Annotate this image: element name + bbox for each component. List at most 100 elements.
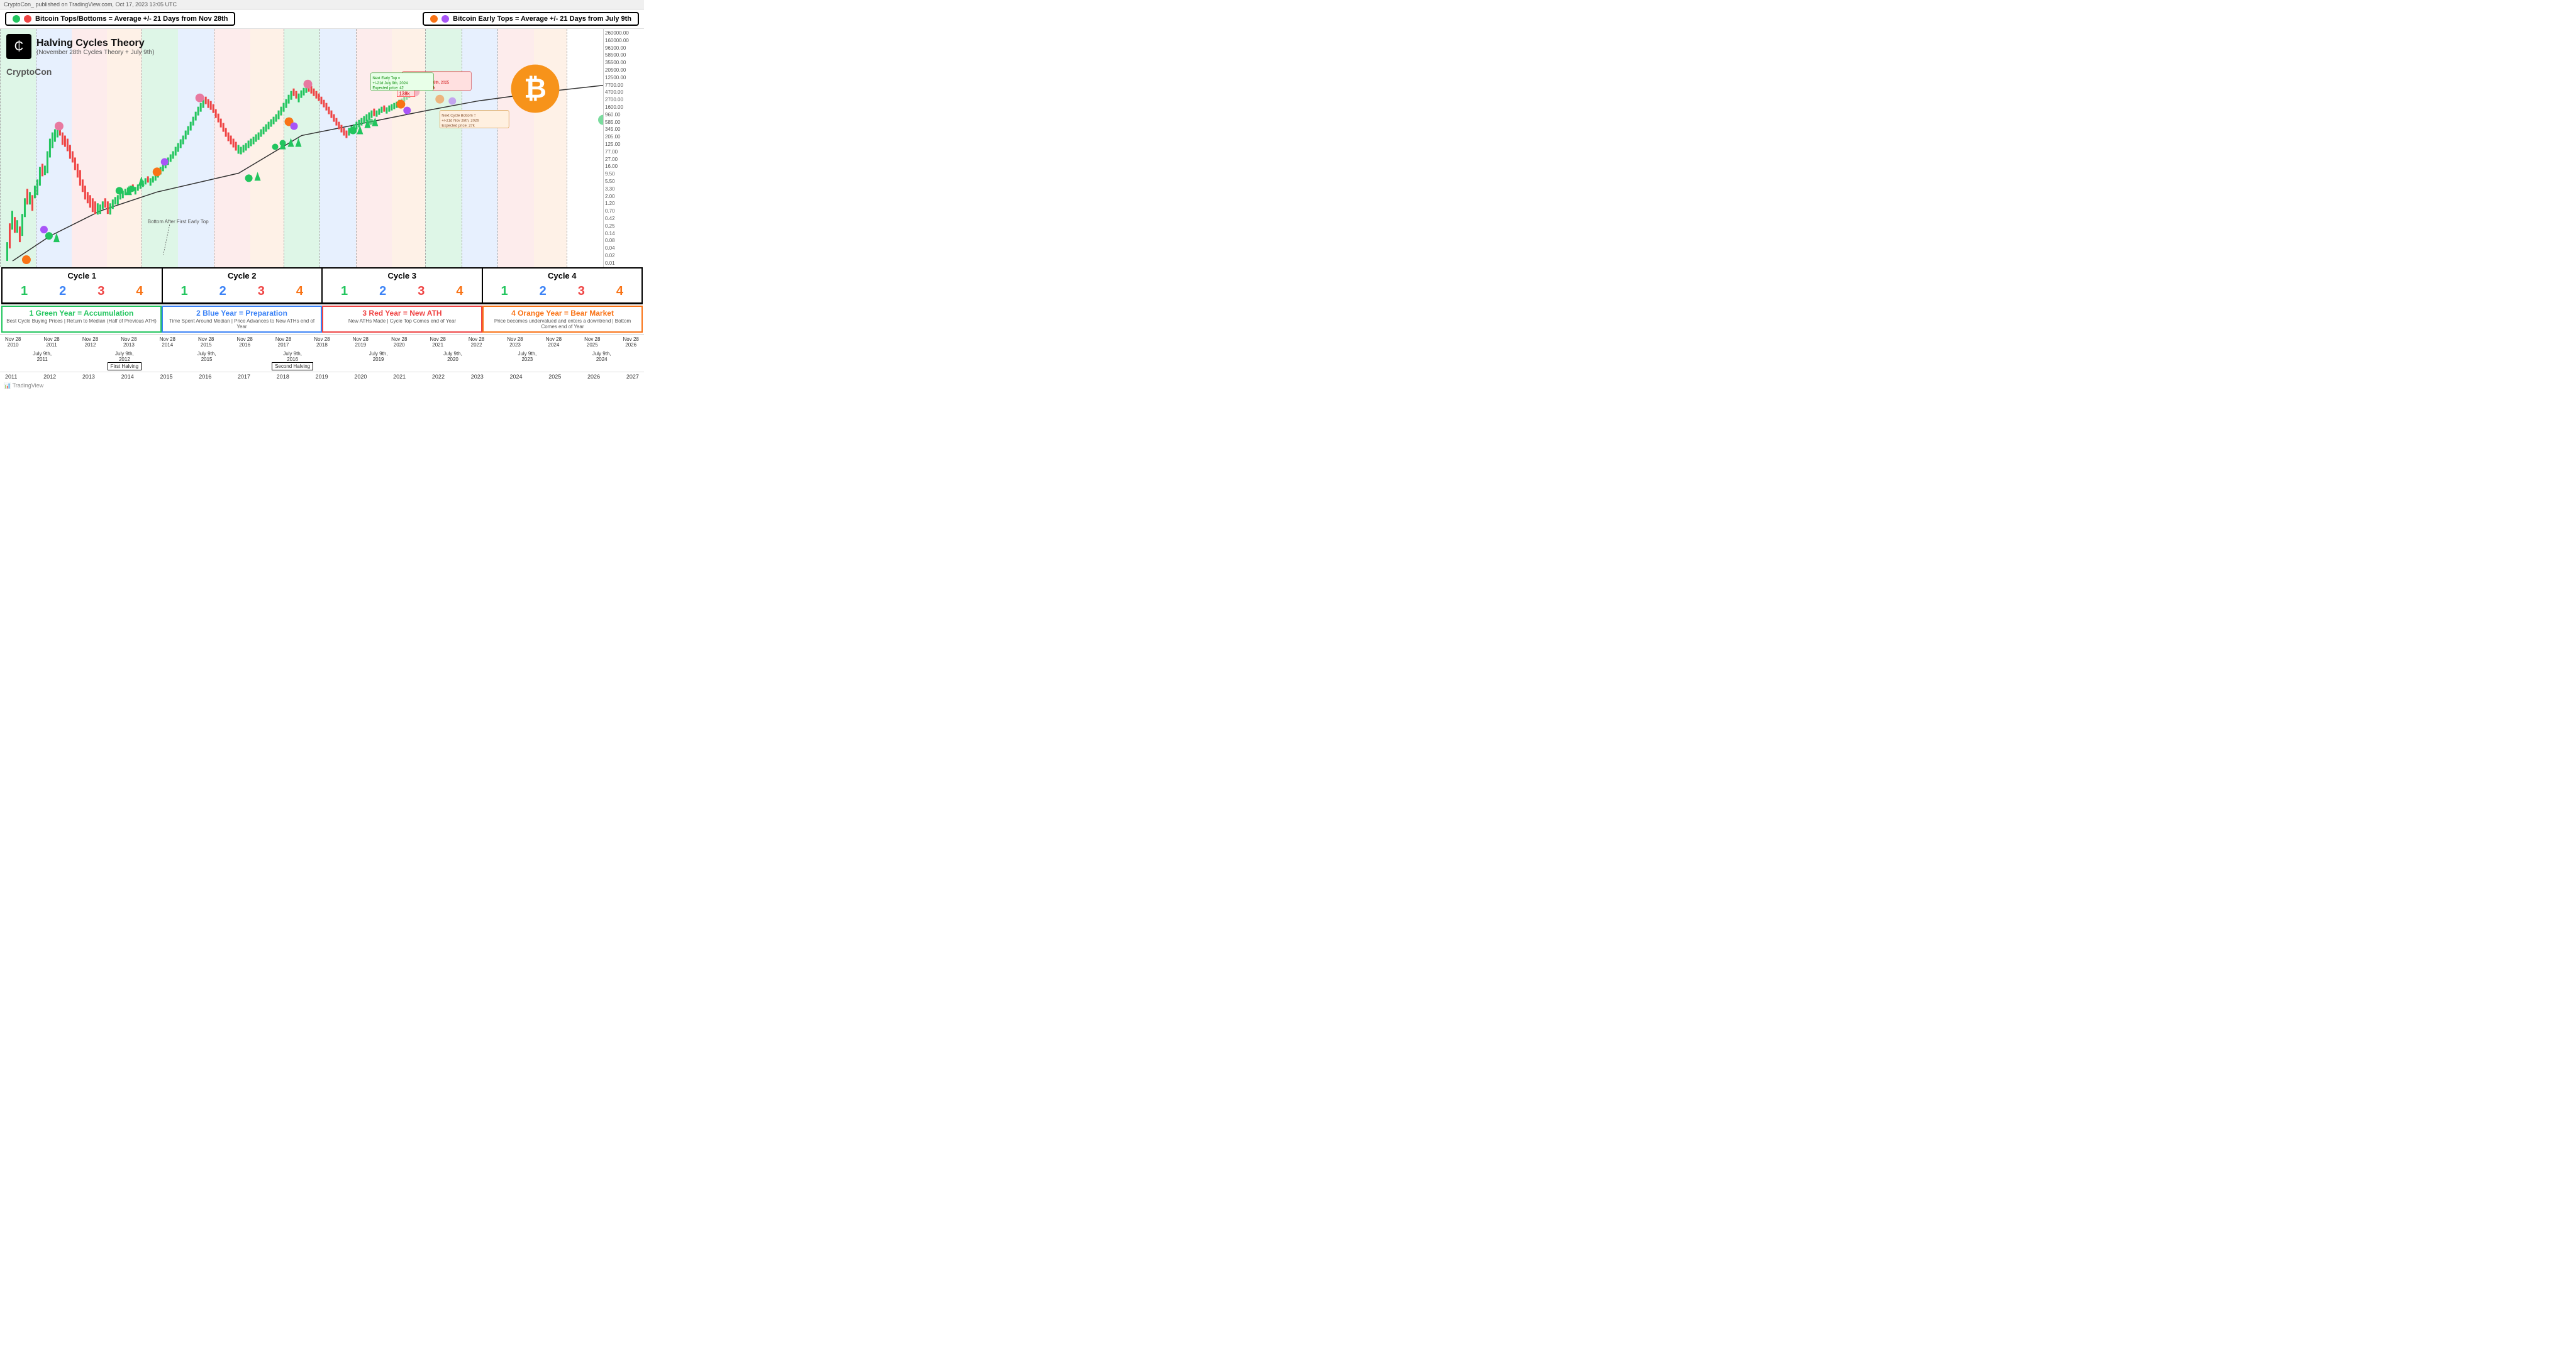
date-group-2010: Nov 282010 bbox=[5, 336, 21, 348]
cycle4-block: Cycle 4 1 2 3 4 bbox=[483, 269, 642, 302]
year-2019: 2019 bbox=[316, 374, 328, 380]
cycle2-num2: 2 bbox=[219, 284, 226, 299]
red-dot-icon bbox=[24, 15, 31, 23]
july-2012: July 9th,2012 First Halving bbox=[108, 351, 142, 370]
cycle2-num4: 4 bbox=[296, 284, 303, 299]
year-label-red: 3 Red Year = New ATH New ATHs Made | Cyc… bbox=[322, 306, 482, 333]
july-axis: July 9th,2011 July 9th,2012 First Halvin… bbox=[0, 350, 644, 372]
orange-year-title: 4 Orange Year = Bear Market bbox=[487, 309, 638, 318]
cycle3-num3: 3 bbox=[418, 284, 425, 299]
cycle1-numbers: 1 2 3 4 bbox=[5, 282, 159, 301]
date-group-2023: Nov 282023 bbox=[507, 336, 523, 348]
date-group-2013: Nov 282013 bbox=[121, 336, 136, 348]
year-2018: 2018 bbox=[277, 374, 289, 380]
cycle2-num3: 3 bbox=[258, 284, 265, 299]
legends-row: Bitcoin Tops/Bottoms = Average +/- 21 Da… bbox=[0, 9, 644, 28]
year-2020: 2020 bbox=[354, 374, 367, 380]
cycle4-numbers: 1 2 3 4 bbox=[486, 282, 640, 301]
july-2011: July 9th,2011 bbox=[33, 351, 52, 370]
legend-left-label: Bitcoin Tops/Bottoms = Average +/- 21 Da… bbox=[35, 15, 228, 23]
cycle2-num1: 1 bbox=[181, 284, 188, 299]
date-group-2012: Nov 282012 bbox=[82, 336, 98, 348]
svg-text:Bottom After First Early Top: Bottom After First Early Top bbox=[148, 219, 209, 224]
cycle4-title: Cycle 4 bbox=[486, 270, 640, 282]
bitcoin-logo: ₿ bbox=[510, 64, 560, 114]
blue-year-sub: Time Spent Around Median | Price Advance… bbox=[167, 318, 317, 330]
svg-text:Next Cycle Bottom =: Next Cycle Bottom = bbox=[441, 114, 476, 118]
btc-svg: ₿ bbox=[510, 64, 560, 114]
cycle1-num2: 2 bbox=[59, 284, 66, 299]
year-axis: 2011 2012 2013 2014 2015 2016 2017 2018 … bbox=[0, 372, 644, 381]
cycle2-block: Cycle 2 1 2 3 4 bbox=[163, 269, 323, 302]
year-2015: 2015 bbox=[160, 374, 172, 380]
date-group-2015: Nov 282015 bbox=[198, 336, 214, 348]
date-group-2017: Nov 282017 bbox=[275, 336, 291, 348]
year-2027: 2027 bbox=[626, 374, 639, 380]
year-2014: 2014 bbox=[121, 374, 134, 380]
date-group-2022: Nov 282022 bbox=[469, 336, 484, 348]
year-2025: 2025 bbox=[548, 374, 561, 380]
year-labels-section: 1 Green Year = Accumulation Best Cycle B… bbox=[0, 304, 644, 334]
cycle4-num3: 3 bbox=[578, 284, 585, 299]
date-group-2025: Nov 282025 bbox=[584, 336, 600, 348]
svg-text:Expected price: 42: Expected price: 42 bbox=[372, 87, 404, 91]
year-label-orange: 4 Orange Year = Bear Market Price become… bbox=[482, 306, 643, 333]
date-group-2024: Nov 282024 bbox=[546, 336, 562, 348]
year-label-blue: 2 Blue Year = Preparation Time Spent Aro… bbox=[162, 306, 322, 333]
date-group-2018: Nov 282018 bbox=[314, 336, 330, 348]
cycle3-numbers: 1 2 3 4 bbox=[325, 282, 479, 301]
year-2023: 2023 bbox=[471, 374, 484, 380]
time-axis-dates: Nov 282010 Nov 282011 Nov 282012 Nov 282… bbox=[0, 334, 644, 350]
green-year-sub: Best Cycle Buying Prices | Return to Med… bbox=[6, 318, 157, 324]
svg-text:Next Early Top =: Next Early Top = bbox=[372, 77, 400, 80]
svg-text:₿: ₿ bbox=[524, 73, 547, 104]
year-2017: 2017 bbox=[238, 374, 250, 380]
cycle1-title: Cycle 1 bbox=[5, 270, 159, 282]
cycle1-block: Cycle 1 1 2 3 4 bbox=[3, 269, 163, 302]
july-2016: July 9th,2016 Second Halving bbox=[272, 351, 313, 370]
date-group-2011: Nov 282011 bbox=[43, 336, 59, 348]
cycle2-title: Cycle 2 bbox=[165, 270, 319, 282]
date-group-2019: Nov 282019 bbox=[353, 336, 369, 348]
green-dot-icon bbox=[13, 15, 20, 23]
second-halving-label: Second Halving bbox=[272, 362, 313, 370]
cycle1-num3: 3 bbox=[97, 284, 104, 299]
cycle3-title: Cycle 3 bbox=[325, 270, 479, 282]
year-2016: 2016 bbox=[199, 374, 211, 380]
year-2024: 2024 bbox=[509, 374, 522, 380]
chart-inner: ₵ Halving Cycles Theory (November 28th C… bbox=[0, 29, 603, 267]
first-halving-label: First Halving bbox=[108, 362, 142, 370]
cycle3-num4: 4 bbox=[456, 284, 463, 299]
green-year-title: 1 Green Year = Accumulation bbox=[6, 309, 157, 318]
cycle1-num4: 4 bbox=[136, 284, 143, 299]
cycle4-num4: 4 bbox=[616, 284, 623, 299]
year-label-green: 1 Green Year = Accumulation Best Cycle B… bbox=[1, 306, 162, 333]
tv-logo: 📊 bbox=[4, 382, 11, 389]
tv-text: TradingView bbox=[13, 382, 44, 389]
orange-dot-icon bbox=[430, 15, 438, 23]
year-2013: 2013 bbox=[82, 374, 95, 380]
published-info: CryptoCon_ published on TradingView.com,… bbox=[4, 1, 177, 8]
legend-left: Bitcoin Tops/Bottoms = Average +/- 21 Da… bbox=[5, 12, 235, 26]
cycle4-num1: 1 bbox=[501, 284, 508, 299]
date-group-2016: Nov 282016 bbox=[236, 336, 252, 348]
cycle-header-row: Cycle 1 1 2 3 4 Cycle 2 1 2 3 4 Cycle 3 … bbox=[3, 269, 641, 303]
legend-right-label: Bitcoin Early Tops = Average +/- 21 Days… bbox=[453, 15, 631, 23]
july-2023: July 9th,2023 bbox=[518, 351, 536, 370]
orange-year-sub: Price becomes undervalued and enters a d… bbox=[487, 318, 638, 330]
svg-text:Expected price: 27k: Expected price: 27k bbox=[441, 125, 474, 128]
year-2022: 2022 bbox=[432, 374, 445, 380]
july-2024: July 9th,2024 bbox=[592, 351, 611, 370]
red-year-title: 3 Red Year = New ATH bbox=[327, 309, 477, 318]
cycle4-num2: 2 bbox=[540, 284, 547, 299]
cycle3-num1: 1 bbox=[341, 284, 348, 299]
tradingview-label: 📊 TradingView bbox=[0, 381, 644, 390]
year-2011: 2011 bbox=[5, 374, 17, 380]
cycle1-num1: 1 bbox=[21, 284, 28, 299]
date-group-2020: Nov 282020 bbox=[391, 336, 407, 348]
year-2021: 2021 bbox=[393, 374, 406, 380]
july-2020: July 9th,2020 bbox=[443, 351, 462, 370]
date-group-2026: Nov 282026 bbox=[623, 336, 639, 348]
cycle-section: Cycle 1 1 2 3 4 Cycle 2 1 2 3 4 Cycle 3 … bbox=[1, 267, 643, 304]
red-year-sub: New ATHs Made | Cycle Top Comes end of Y… bbox=[327, 318, 477, 324]
